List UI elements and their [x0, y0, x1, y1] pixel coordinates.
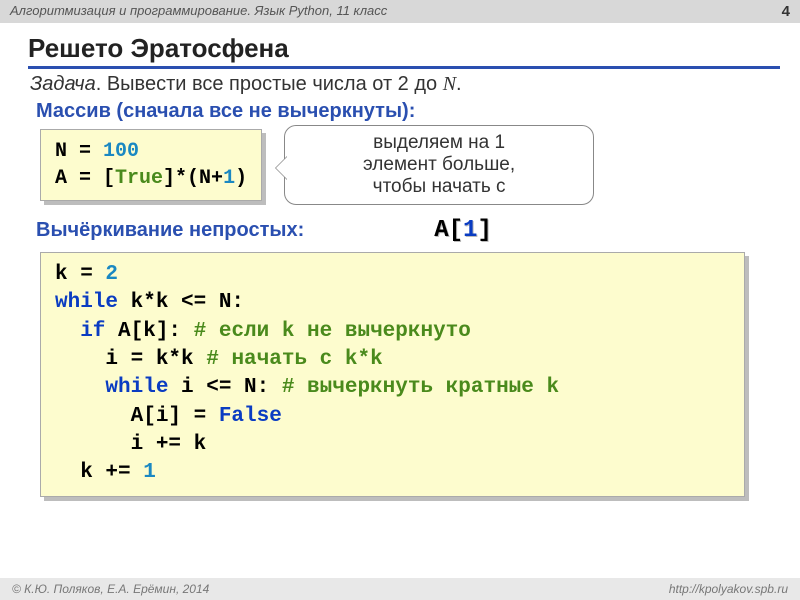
course-title: Алгоритмизация и программирование. Язык …	[10, 3, 387, 20]
footer-bar: © К.Ю. Поляков, Е.А. Ерёмин, 2014 http:/…	[0, 578, 800, 600]
section-array: Массив (сначала все не вычеркнуты):	[36, 100, 776, 123]
array-ref: A[1]	[434, 217, 492, 244]
code-block-init: N = 100 A = [True]*(N+1)	[40, 129, 262, 201]
section-strike: Вычёркивание непростых:	[36, 219, 304, 242]
content: Задача. Вывести все простые числа от 2 д…	[0, 73, 800, 497]
footer-url: http://kpolyakov.spb.ru	[669, 582, 788, 596]
row-section2: Вычёркивание непростых: A[1]	[30, 217, 776, 244]
row-code-callout: N = 100 A = [True]*(N+1) выделяем на 1 э…	[40, 129, 776, 205]
slide-title: Решето Эратосфена	[28, 33, 780, 69]
page-number: 4	[782, 3, 790, 20]
code-block-main: k = 2 while k*k <= N: if A[k]: # если k …	[40, 252, 745, 497]
task-label: Задача	[30, 73, 96, 95]
header-bar: Алгоритмизация и программирование. Язык …	[0, 0, 800, 23]
task-text: Задача. Вывести все простые числа от 2 д…	[30, 73, 776, 96]
copyright: © К.Ю. Поляков, Е.А. Ерёмин, 2014	[12, 582, 209, 596]
callout-bubble: выделяем на 1 элемент больше, чтобы нача…	[284, 125, 594, 205]
